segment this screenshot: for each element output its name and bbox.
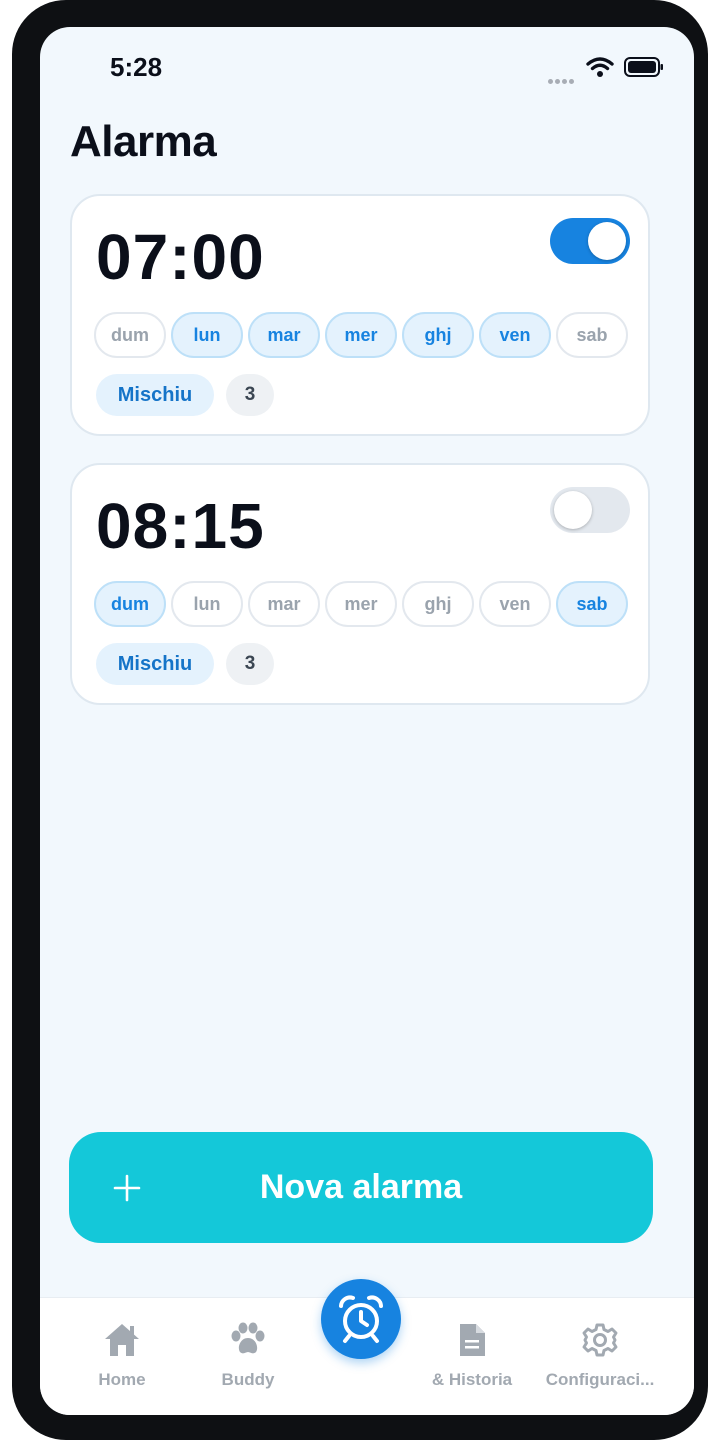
count-badge: 3 — [226, 643, 274, 685]
gear-icon — [582, 1323, 618, 1357]
page-title: Alarma — [70, 117, 217, 166]
signal-icon — [548, 71, 578, 84]
alarm-card[interactable]: 07:00 dum lun mar mer ghj ven sab Mischi… — [70, 194, 650, 436]
day-chip-ven[interactable]: ven — [479, 581, 551, 627]
toggle-knob — [588, 222, 626, 260]
tab-configuracion[interactable]: Configuraci... — [536, 1298, 664, 1415]
paw-icon — [231, 1322, 265, 1354]
document-icon — [460, 1324, 485, 1356]
wifi-icon — [586, 57, 614, 77]
day-chip-lun[interactable]: lun — [171, 312, 243, 358]
alarm-clock-icon — [339, 1295, 383, 1343]
tab-label: Buddy — [221, 1370, 275, 1389]
alarm-enable-toggle[interactable] — [550, 218, 630, 264]
day-chip-ghj[interactable]: ghj — [402, 581, 474, 627]
tab-historia[interactable]: & Historia — [420, 1298, 524, 1415]
tab-alarm[interactable] — [321, 1279, 401, 1359]
day-chip-dum[interactable]: dum — [94, 312, 166, 358]
alarm-enable-toggle[interactable] — [550, 487, 630, 533]
home-icon — [105, 1324, 139, 1356]
day-chip-lun[interactable]: lun — [171, 581, 243, 627]
tab-buddy[interactable]: Buddy — [190, 1298, 306, 1415]
day-chip-sab[interactable]: sab — [556, 581, 628, 627]
sound-tag[interactable]: Mischiu — [96, 374, 214, 416]
day-chip-mer[interactable]: mer — [325, 581, 397, 627]
alarm-card[interactable]: 08:15 dum lun mar mer ghj ven sab Mischi… — [70, 463, 650, 705]
day-chip-ghj[interactable]: ghj — [402, 312, 474, 358]
day-chip-mar[interactable]: mar — [248, 581, 320, 627]
tab-home[interactable]: Home — [64, 1298, 180, 1415]
device-frame: 5:28 Alarma 07:00 dum lun mar mer ghj ve… — [12, 0, 708, 1440]
day-chip-mar[interactable]: mar — [248, 312, 320, 358]
status-bar: 5:28 — [40, 27, 694, 107]
screen: 5:28 Alarma 07:00 dum lun mar mer ghj ve… — [40, 27, 694, 1415]
status-time: 5:28 — [110, 52, 163, 82]
alarm-time: 08:15 — [96, 490, 265, 562]
day-chip-sab[interactable]: sab — [556, 312, 628, 358]
count-badge: 3 — [226, 374, 274, 416]
new-alarm-button[interactable]: Nova alarma — [69, 1132, 653, 1243]
tab-label: Configuraci... — [545, 1370, 655, 1389]
tab-label: & Historia — [431, 1370, 513, 1389]
day-chip-mer[interactable]: mer — [325, 312, 397, 358]
tab-label: Home — [98, 1370, 146, 1389]
toggle-knob — [554, 491, 592, 529]
day-chip-dum[interactable]: dum — [94, 581, 166, 627]
alarm-time: 07:00 — [96, 221, 265, 293]
day-chip-ven[interactable]: ven — [479, 312, 551, 358]
sound-tag[interactable]: Mischiu — [96, 643, 214, 685]
new-alarm-label: Nova alarma — [259, 1168, 463, 1206]
battery-icon — [624, 57, 663, 77]
